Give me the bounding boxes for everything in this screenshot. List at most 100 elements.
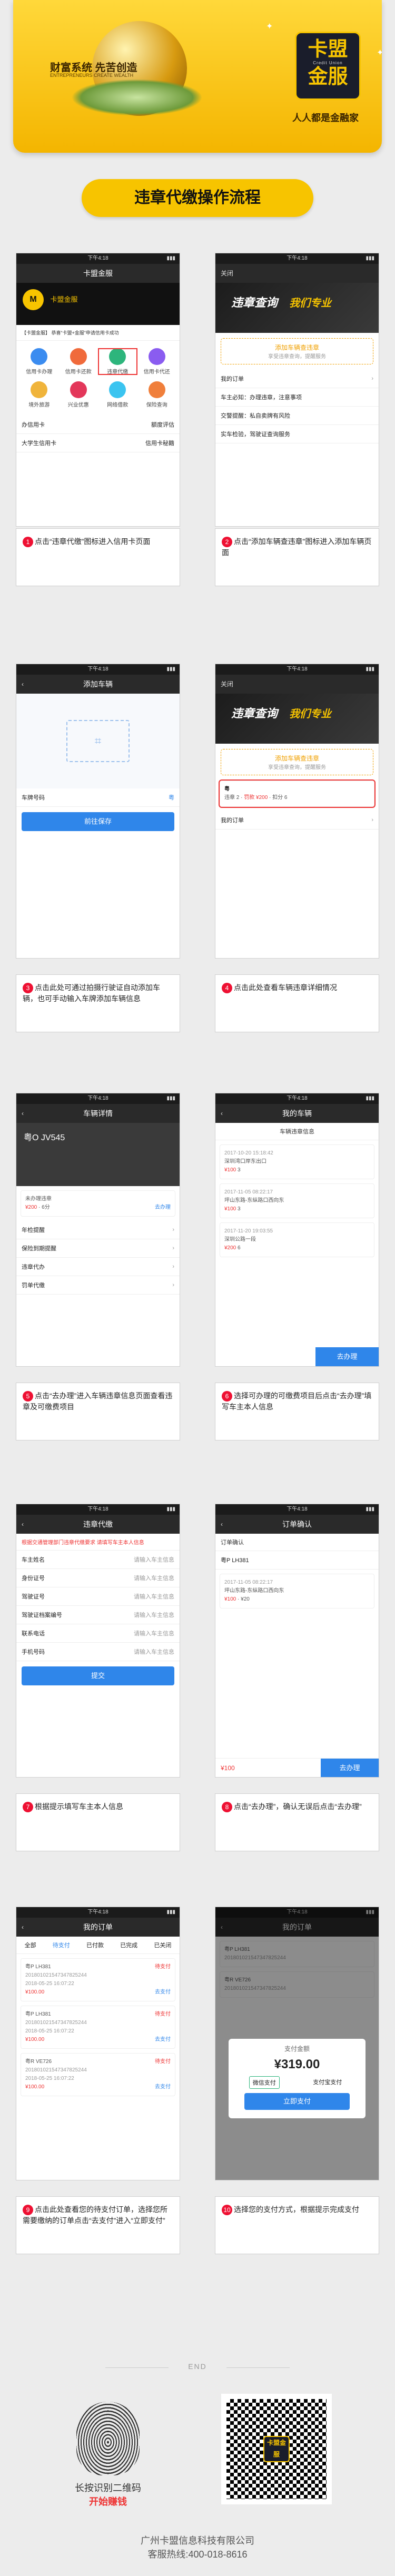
company-name: 广州卡盟信息科技有限公司 [141, 2535, 254, 2546]
close-button[interactable]: 关闭 [221, 264, 233, 283]
banner-tagline: 财富系统 先苦创造 [50, 62, 137, 74]
form-field[interactable]: 手机号码 请输入车主信息 [16, 1643, 180, 1661]
back-button[interactable]: ‹ [22, 1918, 24, 1937]
grid-item-insurance[interactable]: 保险查询 [137, 381, 177, 408]
divider [226, 2367, 290, 2368]
submit-button[interactable]: 提交 [22, 1666, 174, 1685]
plate-header: 粤O JV545 [16, 1123, 180, 1186]
caption-step-4: 4 点击此处查看车辆违章详细情况 [215, 974, 379, 1032]
add-vehicle-button[interactable]: 添加车辆查违章 享受违章查询，提醒服务 [221, 749, 373, 775]
plate-row: 粤P LH381 [215, 1551, 379, 1570]
grid-item-violation[interactable]: 违章代缴 [98, 348, 137, 375]
caption-step-10: 10 选择您的支付方式，根据提示完成支付 [215, 2196, 379, 2254]
news-item[interactable]: 实车检验，驾驶证查询服务 [215, 425, 379, 443]
section-header: 车辆违章信息 [215, 1123, 379, 1140]
sparkle-icon: ✦ [266, 22, 273, 31]
back-button[interactable]: ‹ [221, 1104, 223, 1123]
screenshot-violation-info: 下午4:18 ▮▮▮ ‹ 我的车辆 车辆违章信息 2017-10-20 15:18:… [215, 1093, 379, 1367]
save-button[interactable]: 前往保存 [22, 812, 174, 831]
violation-item[interactable]: 2017-10-20 15:18:42 深圳湾口岸东出口 ¥100 3 [220, 1144, 374, 1179]
tab-closed[interactable]: 已关闭 [154, 1941, 171, 1949]
caption-step-6: 6 选择可办理的可缴费项目后点击“去办理”填写车主本人信息 [215, 1383, 379, 1440]
form-field[interactable]: 联系电话 请输入车主信息 [16, 1624, 180, 1643]
banner-slogan: 人人都是金融家 [292, 113, 359, 123]
grid-item-loan[interactable]: 网络借款 [98, 381, 137, 408]
grid-item-benefit[interactable]: 兴业优惠 [59, 381, 98, 408]
pay-button[interactable]: 去支付 [155, 2083, 171, 2091]
caption-step-3: 3 点击此处可通过拍摄行驶证自动添加车辆，也可手动输入车牌添加车辆信息 [16, 974, 180, 1032]
violation-item[interactable]: 2017-11-20 19:03:55 深圳公路一段 ¥200 6 [220, 1222, 374, 1257]
pay-button[interactable]: 去支付 [155, 1988, 171, 1997]
form-field[interactable]: 身份证号 请输入车主信息 [16, 1569, 180, 1587]
banner-tagline-sub: ENTREPRENEURS CREATE WEALTH [50, 73, 134, 78]
bottom-bar: ¥100 去办理 [215, 1758, 379, 1777]
tab-all[interactable]: 全部 [25, 1941, 36, 1949]
news-item[interactable]: 车主必知：办理违章，注意事项 [215, 388, 379, 407]
wechat-pay-option[interactable]: 微信支付 [249, 2076, 280, 2089]
screenshot-payment: 下午4:18 ▮▮▮ ‹ 我的订单 粤P LH381 2018010215473478… [215, 1907, 379, 2180]
vehicle-card[interactable]: 粤 违章 2 · 罚款 ¥200 · 扣分 6 [219, 779, 376, 808]
back-button[interactable]: ‹ [221, 1515, 223, 1534]
home-header: M 卡盟金服 [16, 283, 180, 325]
my-orders-row[interactable]: 我的订单 › [215, 811, 379, 830]
order-card[interactable]: 粤R VE726 待支付 201801021547347825244 2018-05… [21, 2053, 175, 2096]
order-tabs: 全部 待支付 已付款 已完成 已关闭 [16, 1937, 180, 1954]
screenshot-vehicle-list: 下午4:18 ▮▮▮ 关闭 违章查询 我们专业 添加车辆查违章 享受违章查询，提醒服务… [215, 664, 379, 959]
qr-logo: 卡盟金服 [263, 2436, 290, 2462]
fingerprint-icon [76, 2402, 140, 2475]
add-vehicle-button[interactable]: 添加车辆查违章 享受违章查询，提醒服务 [221, 338, 373, 364]
qr-hint: 长按识别二维码 [75, 2483, 141, 2493]
go-handle-button[interactable]: 去办理 [315, 1347, 379, 1366]
back-button[interactable]: ‹ [22, 1515, 24, 1534]
payment-modal: 支付金额 ¥319.00 微信支付 支付宝支付 立即支付 [229, 2039, 366, 2118]
tab-done[interactable]: 已完成 [120, 1941, 137, 1949]
caption-step-7: 7 根据提示填写车主本人信息 [16, 1793, 180, 1851]
close-button[interactable]: 关闭 [221, 675, 233, 694]
go-handle-button[interactable]: 去办理 [321, 1759, 379, 1777]
promo-row: 大学生信用卡 信用卡秘籍 [16, 434, 180, 452]
back-button[interactable]: ‹ [22, 1104, 24, 1123]
promo-row: 办信用卡 额度评估 [16, 416, 180, 434]
order-card[interactable]: 粤P LH381 待支付 201801021547347825244 2018-05… [21, 2006, 175, 2049]
promo-banner: 违章查询 我们专业 [215, 694, 379, 744]
payment-amount: ¥319.00 [274, 2057, 320, 2071]
scan-license-area[interactable]: ⌗ [16, 694, 180, 788]
plate-row[interactable]: 车牌号码粤 [16, 788, 180, 807]
pay-now-button[interactable]: 立即支付 [244, 2093, 350, 2110]
detail-row[interactable]: 罚单代缴 › [16, 1276, 180, 1295]
marquee: 【卡盟金服】 恭喜“卡盟+金服”申请信用卡成功 [16, 325, 180, 341]
back-button[interactable]: ‹ [22, 675, 24, 694]
violation-item: 2017-11-05 08:22:17 坪山东路-东纵路口西向东 ¥100 · ¥2… [220, 1574, 374, 1608]
grid-item-agent-repay[interactable]: 信用卡代还 [137, 348, 177, 375]
caption-step-2: 2 点击“添加车辆查违章”图标进入添加车辆页面 [215, 528, 379, 586]
grid-item-travel[interactable]: 境外旅游 [19, 381, 59, 408]
pay-button[interactable]: 去支付 [155, 2036, 171, 2044]
tab-paid[interactable]: 已付款 [86, 1941, 104, 1949]
form-field[interactable]: 车主姓名 请输入车主信息 [16, 1551, 180, 1569]
notice-text: 根据交通管理部门违章代缴要求 请填写车主本人信息 [16, 1534, 180, 1551]
grid-item-repay[interactable]: 信用卡还款 [59, 348, 98, 375]
banner: 财富系统 先苦创造 ENTREPRENEURS CREATE WEALTH ✦ … [13, 0, 382, 153]
news-item[interactable]: 交警提醒：私自卖牌有风险 [215, 407, 379, 425]
promo-banner: 违章查询 我们专业 [215, 283, 379, 333]
detail-row[interactable]: 年检提醒 › [16, 1221, 180, 1239]
detail-row[interactable]: 保险到期提醒 › [16, 1239, 180, 1258]
screenshot-order-confirm: 下午4:18 ▮▮▮ ‹ 订单确认 订单确认 粤P LH381 2017-11-05… [215, 1504, 379, 1778]
detail-row[interactable]: 违章代办 › [16, 1258, 180, 1276]
start-earning-text: 开始赚钱 [89, 2496, 127, 2507]
grid-item-credit-card[interactable]: 信用卡办理 [19, 348, 59, 375]
violation-item[interactable]: 2017-11-05 08:22:17 坪山东路-东纵路口西向东 ¥100 3 [220, 1183, 374, 1218]
order-card[interactable]: 粤P LH381 待支付 201801021547347825244 2018-05… [21, 1958, 175, 2001]
qr-code[interactable]: 卡盟金服 [221, 2394, 332, 2504]
end-label: END [188, 2362, 207, 2371]
alipay-option[interactable]: 支付宝支付 [310, 2076, 345, 2089]
coins-image [71, 79, 203, 116]
function-grid: 信用卡办理 信用卡还款 违章代缴 信用卡代还 境外旅游 兴业优惠 网络借款 保险… [16, 341, 180, 416]
my-orders-row[interactable]: 我的订单 › [215, 370, 379, 388]
screenshot-violation: 下午4:18 ▮▮▮ 关闭 违章查询 我们专业 添加车辆查违章 享受违章查询，提醒服务… [215, 253, 379, 527]
form-field[interactable]: 驾驶证档案编号 请输入车主信息 [16, 1606, 180, 1624]
tab-unpaid[interactable]: 待支付 [53, 1941, 70, 1949]
form-field[interactable]: 驾驶证号 请输入车主信息 [16, 1587, 180, 1606]
go-handle-button[interactable]: 去办理 [155, 1203, 171, 1212]
caption-step-8: 8 点击“去办理”，确认无误后点击“去办理” [215, 1793, 379, 1851]
